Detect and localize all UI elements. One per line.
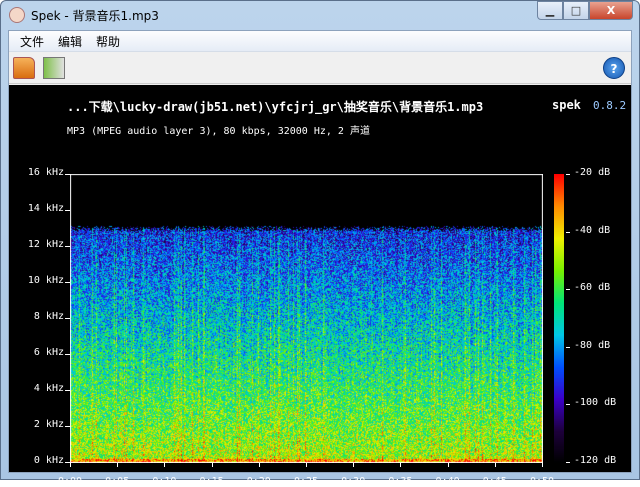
time-tick-label-tick [117, 463, 119, 467]
close-button[interactable]: X [589, 1, 633, 20]
app-icon [9, 7, 25, 23]
time-tick-label-tick [258, 463, 260, 467]
folder-icon[interactable] [13, 57, 35, 79]
time-tick-label-tick [400, 463, 402, 467]
freq-tick-label-tick [65, 426, 70, 427]
freq-tick-label: 10 kHz [27, 275, 64, 286]
help-icon[interactable]: ? [603, 57, 625, 79]
toolbar: ? [9, 52, 631, 84]
db-tick-label: -40 dB [574, 224, 611, 236]
app-name: spek [552, 98, 581, 112]
db-tick-label-tick [566, 404, 570, 406]
freq-tick-label-tick [65, 174, 70, 175]
freq-tick-label: 0 kHz [33, 455, 64, 466]
time-tick-label-tick [494, 463, 496, 467]
db-tick-label: -60 dB [574, 282, 611, 294]
spectrogram-view: ...下载\lucky-draw(jb51.net)\yfcjrj_gr\抽奖音… [9, 85, 631, 487]
db-tick-label: -100 dB [574, 397, 617, 409]
spectrogram [70, 174, 543, 463]
freq-tick-label: 16 kHz [27, 167, 64, 178]
app-version: 0.8.2 [593, 99, 627, 112]
time-tick-label: 0:15 [199, 476, 224, 487]
time-tick-label: 0:50 [529, 476, 555, 487]
minimize-button[interactable]: ▁ [537, 1, 563, 20]
time-tick-label: 0:00 [57, 476, 83, 487]
menu-edit[interactable]: 编辑 [51, 31, 89, 51]
time-tick-label-tick [447, 463, 449, 467]
time-tick-label-tick [542, 463, 543, 467]
time-tick-label: 0:10 [152, 476, 177, 487]
time-tick-label: 0:25 [293, 476, 319, 487]
time-tick-label: 0:20 [246, 476, 271, 487]
db-tick-label: -80 dB [574, 339, 611, 351]
freq-tick-label: 14 kHz [27, 203, 64, 214]
db-tick-label-tick [566, 231, 570, 233]
time-tick-label-tick [211, 463, 213, 467]
db-tick-label-tick [566, 462, 570, 463]
time-tick-label-tick [306, 463, 307, 467]
freq-tick-label: 4 kHz [33, 383, 64, 394]
time-tick-label: 0:05 [105, 476, 130, 487]
time-tick-label: 0:35 [388, 476, 413, 487]
db-tick-label-tick [566, 174, 570, 175]
freq-tick-label: 12 kHz [27, 239, 64, 250]
menu-help[interactable]: 帮助 [89, 31, 127, 51]
save-icon[interactable] [43, 57, 65, 79]
app-window: Spek - 背景音乐1.mp3 ▁ □ X 文件 编辑 帮助 ? ...下载\… [0, 0, 640, 487]
color-scale-bar [554, 174, 564, 463]
freq-tick-label-tick [65, 318, 70, 319]
title-bar: Spek - 背景音乐1.mp3 ▁ □ X [1, 1, 639, 29]
freq-tick-label-tick [65, 246, 70, 247]
time-tick-label: 0:30 [341, 476, 366, 487]
freq-tick-label-tick [65, 282, 70, 283]
db-tick-label: -120 dB [574, 455, 617, 466]
freq-tick-label: 6 kHz [33, 347, 64, 358]
menu-file[interactable]: 文件 [13, 31, 51, 51]
audio-info: MP3 (MPEG audio layer 3), 80 kbps, 32000… [67, 126, 370, 137]
freq-tick-label-tick [65, 390, 70, 391]
time-tick-label: 0:45 [482, 476, 507, 487]
time-tick-label: 0:40 [435, 476, 460, 487]
time-tick-label-tick [353, 463, 355, 467]
freq-tick-label: 2 kHz [33, 419, 64, 430]
menu-bar: 文件 编辑 帮助 [9, 31, 631, 52]
db-tick-label: -20 dB [574, 167, 611, 178]
time-tick-label-tick [70, 463, 71, 467]
freq-tick-label: 8 kHz [33, 311, 64, 322]
freq-tick-label-tick [65, 354, 70, 355]
db-tick-label-tick [566, 346, 570, 348]
file-path: ...下载\lucky-draw(jb51.net)\yfcjrj_gr\抽奖音… [67, 100, 484, 114]
maximize-button[interactable]: □ [563, 1, 589, 20]
db-tick-label-tick [566, 289, 570, 291]
window-title: Spek - 背景音乐1.mp3 [31, 9, 159, 23]
time-tick-label-tick [164, 463, 166, 467]
freq-tick-label-tick [65, 210, 70, 211]
